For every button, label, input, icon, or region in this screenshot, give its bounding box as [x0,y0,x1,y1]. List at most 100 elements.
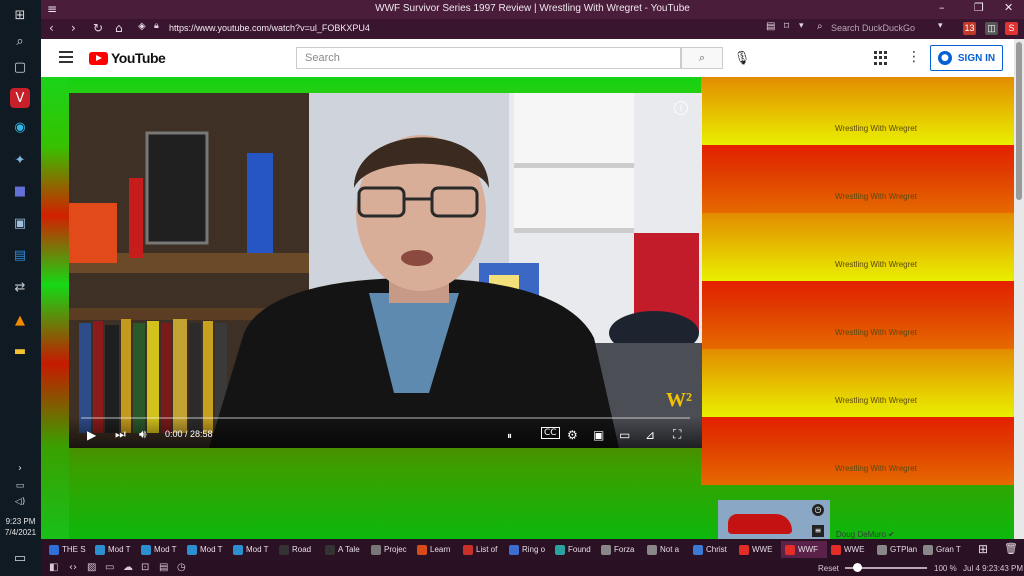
vivaldi-icon[interactable]: V [10,88,30,108]
browser-tab[interactable]: Projec [367,541,413,558]
browser-tab[interactable]: Road [275,541,321,558]
volume-icon[interactable]: 🔊︎ [139,427,147,442]
browser-tab[interactable]: THE S [45,541,91,558]
browser-tab[interactable]: Not a [643,541,689,558]
browser-tab[interactable]: Mod T [91,541,137,558]
recommendation-row[interactable]: Wrestling With Wregret [701,281,1014,349]
browser-tab[interactable]: WWE [735,541,781,558]
add-to-queue-icon[interactable]: ≡ [812,525,824,537]
browser-tab[interactable]: Mod T [183,541,229,558]
browser-tab[interactable]: Ring o [505,541,551,558]
apps-grid-icon[interactable] [874,51,888,65]
dropdown-icon[interactable]: ▾ [799,21,804,31]
shield-icon[interactable]: ◈ [138,21,146,32]
file-explorer-icon[interactable]: ▬ [10,341,30,361]
taskbar-clock[interactable]: 9:23 PM 7/4/2021 [0,516,41,538]
browser-tab[interactable]: Forza [597,541,643,558]
browser-tab[interactable]: Found [551,541,597,558]
zoom-slider-knob[interactable] [853,563,862,572]
search-dropdown-icon[interactable]: ▾ [938,21,943,31]
recommendation-row[interactable]: Wrestling With Wregret [701,77,1014,145]
cast-icon[interactable]: ⊿ [645,428,655,442]
url-field[interactable]: https://www.youtube.com/watch?v=ul_FOBKX… [169,23,370,33]
forward-icon[interactable]: › [71,21,76,35]
fullscreen-icon[interactable]: ⛶ [673,427,681,442]
maximize-icon[interactable]: ❐ [974,1,984,14]
video-player[interactable]: i W² ▶ ⏭ 🔊︎ 0:00 / 28:58 ⏸︎ CC ⚙ ▣ ▭ ⊿ ⛶ [69,93,702,448]
cloud-icon[interactable]: ☁ [123,562,133,573]
clock-icon[interactable]: ◷ [177,562,186,573]
captions-icon[interactable]: CC [541,427,560,439]
code-icon[interactable]: ‹› [69,562,77,573]
youtube-search-input[interactable]: Search [296,47,681,69]
youtube-search-button[interactable]: ⌕ [681,47,723,69]
reader-icon[interactable]: ▤ [766,21,775,32]
new-tab-icon[interactable]: ⊞ [978,542,988,556]
miniplayer-icon[interactable]: ▣ [593,428,604,442]
recommendation-row[interactable]: Wrestling With Wregret [701,417,1014,485]
browser-tab[interactable]: Christ [689,541,735,558]
settings-gear-icon[interactable]: ⚙ [567,428,578,442]
task-view-icon[interactable]: ▢ [10,57,30,77]
tile-icon[interactable]: ▭ [105,562,114,573]
browser-tab[interactable]: Mod T [229,541,275,558]
bookmark-icon[interactable]: ⌑ [784,21,789,32]
document-icon[interactable]: ▤ [10,245,30,265]
page-scrollbar[interactable] [1014,39,1024,539]
tab-favicon-icon [233,544,243,555]
sign-in-button[interactable]: ● SIGN IN [930,45,1003,71]
browser-tab[interactable]: List of [459,541,505,558]
extension-s-icon[interactable]: S [1005,22,1018,35]
vlc-icon[interactable]: ▲ [10,310,30,330]
theater-mode-icon[interactable]: ▭ [619,428,630,442]
autoplay-toggle-icon[interactable]: ⏸︎ [507,431,512,442]
watch-later-icon[interactable]: ◷ [812,504,824,516]
info-icon[interactable]: i [674,101,688,115]
recommendation-row[interactable]: Wrestling With Wregret [701,349,1014,417]
zoom-reset-button[interactable]: Reset [818,564,839,573]
reader-view-icon[interactable]: ▤ [159,562,168,573]
chevron-up-icon[interactable]: › [10,458,30,478]
browser-tab[interactable]: GTPlan [873,541,919,558]
youtube-logo[interactable]: YouTube [89,50,166,66]
home-icon[interactable]: ⌂ [115,21,123,35]
reload-icon[interactable]: ↻ [93,21,103,35]
channel-watermark[interactable]: W² [666,389,692,412]
more-vert-icon[interactable]: ⋮ [907,49,921,65]
notifications-icon[interactable]: ▭ [10,548,30,568]
guide-menu-icon[interactable] [59,51,73,63]
windows-start-icon[interactable]: ⊞ [10,5,30,25]
recommendation-thumbnail[interactable]: ◷ ≡ [718,500,830,539]
browser-tab[interactable]: Gran T [919,541,965,558]
back-icon[interactable]: ‹ [49,21,54,35]
next-icon[interactable]: ⏭ [115,427,126,442]
recommendation-row[interactable]: Wrestling With Wregret [701,213,1014,281]
close-icon[interactable]: ✕ [1004,1,1013,14]
browser-tab[interactable]: WWE [827,541,873,558]
browser-tab[interactable]: WWF [781,541,827,558]
recommendation-row[interactable]: Wrestling With Wregret [701,145,1014,213]
minimize-icon[interactable]: – [939,1,945,14]
browser-tab[interactable]: A Tale [321,541,367,558]
app-icon[interactable]: ▣ [10,213,30,233]
steam-icon[interactable]: ✦ [10,150,30,170]
browser-tab[interactable]: Mod T [137,541,183,558]
extension-icon[interactable]: ◫ [985,22,998,35]
extension-badge-icon[interactable]: 13 [963,22,976,35]
trash-icon[interactable]: 🗑︎ [1004,542,1018,555]
panel-toggle-icon[interactable]: ◧ [49,562,58,573]
scrollbar-thumb[interactable] [1016,42,1022,200]
image-icon[interactable]: ▨ [87,562,96,573]
volume-icon[interactable]: ◁) [10,492,30,512]
tab-favicon-icon [923,544,933,555]
microphone-icon[interactable]: 🎙︎ [733,49,751,67]
thumbnail-channel-name[interactable]: Doug DeMuro ✔ [836,530,895,539]
network-app-icon[interactable]: ⇄ [10,277,30,297]
browser-tab[interactable]: Learn [413,541,459,558]
capture-icon[interactable]: ⊡ [141,562,149,573]
play-icon[interactable]: ▶ [87,428,96,442]
search-icon[interactable]: ⌕ [10,31,30,51]
edge-icon[interactable]: ◉ [10,117,30,137]
progress-bar[interactable] [81,417,690,419]
teams-icon[interactable]: ■ [10,181,30,201]
